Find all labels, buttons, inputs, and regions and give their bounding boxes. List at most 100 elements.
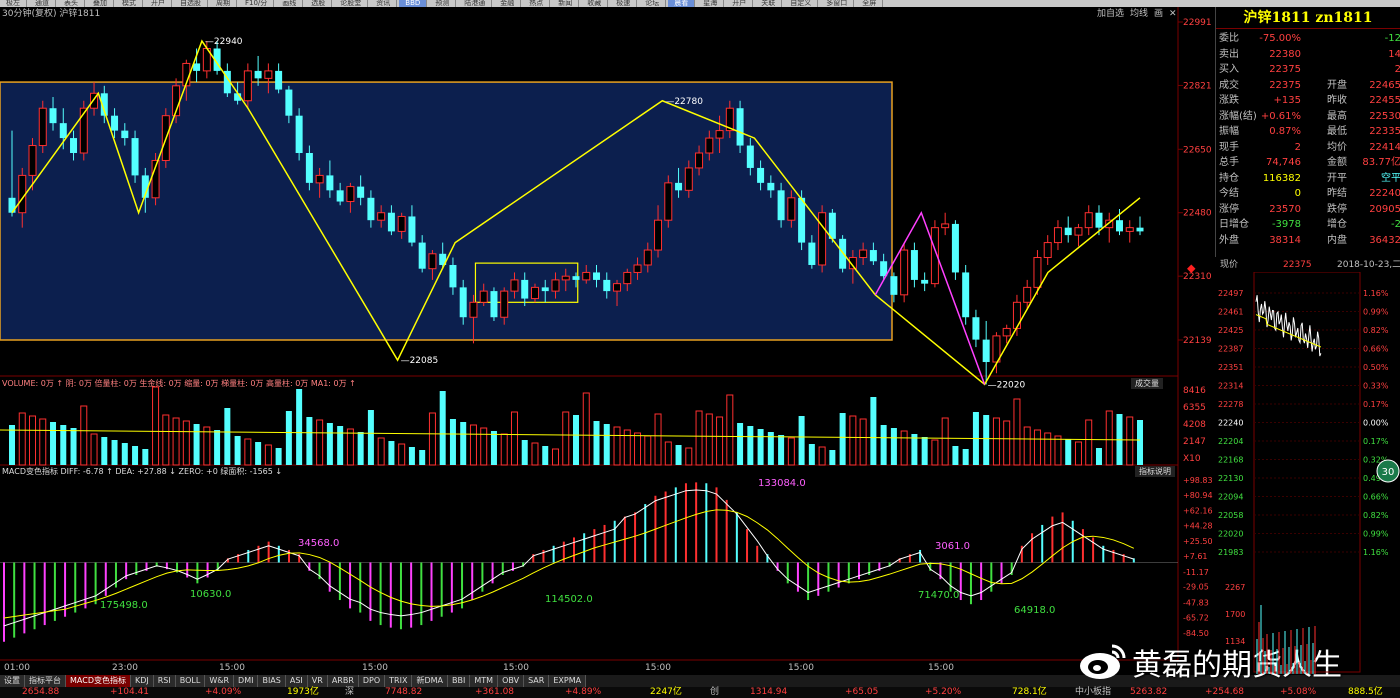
volume-bar-down bbox=[757, 429, 764, 465]
volume-bar-up bbox=[654, 413, 662, 466]
mini-vol-tick: 2267 bbox=[1225, 583, 1245, 592]
indicator-tab[interactable]: KDJ bbox=[130, 675, 154, 687]
candle-down bbox=[193, 63, 201, 71]
quote-row: 总手 74,746 金额 83.77亿 bbox=[1219, 155, 1400, 170]
indicator-tab[interactable]: 新DMA bbox=[412, 675, 449, 687]
volume-bar-up bbox=[582, 392, 590, 466]
price-tick-label: 22821 bbox=[1183, 81, 1212, 91]
volume-bar-up bbox=[1126, 416, 1134, 466]
toolbar-item[interactable]: 画 bbox=[1154, 9, 1163, 19]
quote-row: 涨跌 +135 昨收 22455 bbox=[1219, 93, 1400, 108]
indicator-tab[interactable]: DMI bbox=[234, 675, 259, 687]
candle-up bbox=[613, 283, 622, 292]
indicator-tab[interactable]: TRIX bbox=[385, 675, 413, 687]
volume-bar-down bbox=[921, 437, 928, 465]
quote-row: 涨停 23570 跌停 20905 bbox=[1219, 202, 1400, 217]
toolbar-item[interactable]: 加自选 bbox=[1097, 9, 1124, 19]
indicator-tab[interactable]: RSI bbox=[153, 675, 176, 687]
indicator-tab[interactable]: ASI bbox=[285, 675, 308, 687]
volume-bar-up bbox=[469, 424, 477, 466]
macd-tick-label: +80.94 bbox=[1183, 491, 1213, 500]
macd-area-label: 34568.0 bbox=[298, 538, 339, 549]
quote-label: 委比 bbox=[1219, 33, 1239, 44]
mini-right-tick: 0.50% bbox=[1363, 363, 1389, 372]
candle-down bbox=[572, 276, 580, 280]
ticker-item: 1314.94 bbox=[750, 687, 788, 697]
indicator-tab[interactable]: BBI bbox=[448, 675, 471, 687]
quote-label: 买入 bbox=[1219, 64, 1239, 75]
candle-up bbox=[582, 271, 591, 281]
main-chart-toolbar[interactable]: 加自选 均线画 ✕ bbox=[1097, 9, 1183, 20]
volume-bar-down bbox=[337, 426, 344, 465]
indicator-tab[interactable]: ARBR bbox=[327, 675, 359, 687]
indicator-tab[interactable]: EXPMA bbox=[549, 675, 587, 687]
candle-down bbox=[131, 138, 139, 176]
candle-down bbox=[910, 250, 918, 280]
volume-bar-up bbox=[172, 417, 180, 466]
quote-label: 涨幅(结) bbox=[1219, 110, 1257, 122]
quote-value-2: 22414 bbox=[1369, 141, 1400, 153]
time-tick-label: 15:00 bbox=[503, 663, 529, 673]
indicator-help-button[interactable]: 指标说明 bbox=[1135, 466, 1175, 477]
volume-bar-down bbox=[306, 417, 313, 465]
indicator-tab[interactable]: VR bbox=[307, 675, 328, 687]
indicator-tab[interactable]: MTM bbox=[470, 675, 499, 687]
range-box bbox=[0, 81, 893, 341]
mini-intraday-chart: 22497 1.16% 22461 0.99% 22425 0.82% 22387 0.66%… bbox=[1218, 272, 1400, 674]
indicator-tab[interactable]: 指标平台 bbox=[25, 675, 66, 687]
mini-right-tick: 0.17% bbox=[1363, 437, 1389, 446]
candle-down bbox=[798, 197, 806, 243]
candle-up bbox=[623, 271, 632, 285]
macd-area-label: 71470.0 bbox=[918, 590, 959, 601]
candle-down bbox=[736, 108, 744, 146]
volume-bar-down bbox=[1095, 448, 1102, 465]
price-tick-label: 22480 bbox=[1183, 209, 1212, 219]
candle-up bbox=[787, 197, 796, 221]
indicator-tab[interactable]: DPO bbox=[358, 675, 386, 687]
indicator-tab[interactable]: W&R bbox=[205, 675, 235, 687]
volume-bar-up bbox=[203, 426, 211, 466]
quote-value-2: 22240 bbox=[1369, 188, 1400, 199]
volume-bar-up bbox=[1074, 441, 1082, 466]
indicator-tab[interactable]: BIAS bbox=[258, 675, 286, 687]
indicator-tab[interactable]: OBV bbox=[498, 675, 525, 687]
candle-down bbox=[972, 317, 980, 340]
volume-bar-down bbox=[890, 428, 897, 465]
candle-up bbox=[510, 279, 519, 292]
volume-bar-up bbox=[316, 419, 324, 466]
volume-bar-up bbox=[182, 420, 190, 466]
candle-down bbox=[408, 216, 416, 243]
quote-label: 卖出 bbox=[1219, 48, 1239, 60]
quote-label: 总手 bbox=[1219, 157, 1239, 168]
quote-value-2: -2 bbox=[1391, 219, 1400, 230]
volume-header: VOLUME: 0万 ↑ 阴: 0万 倍量柱: 0万 生金线: 0万 缩量: 0… bbox=[2, 379, 356, 388]
quote-label: 涨停 bbox=[1219, 203, 1239, 215]
macd-area-label: 175498.0 bbox=[100, 600, 148, 611]
volume-bar-up bbox=[377, 437, 385, 466]
toolbar-item[interactable]: ✕ bbox=[1169, 9, 1177, 19]
candle-up bbox=[705, 137, 714, 154]
indicator-tab[interactable]: BOLL bbox=[175, 675, 206, 687]
candle-down bbox=[982, 339, 990, 363]
candle-down bbox=[962, 272, 970, 318]
candle-down bbox=[593, 272, 601, 280]
candle-down bbox=[777, 190, 785, 221]
candle-down bbox=[387, 212, 395, 232]
volume-bar-up bbox=[992, 417, 1000, 466]
indicator-tab[interactable]: MACD变色指标 bbox=[66, 675, 131, 687]
volume-bar-down bbox=[880, 425, 887, 465]
quote-value: -75.00% bbox=[1259, 33, 1301, 44]
mini-left-tick: 22314 bbox=[1218, 382, 1243, 391]
volume-bar-down bbox=[573, 415, 579, 465]
volume-bar-up bbox=[818, 446, 826, 466]
indicator-tab[interactable]: SAR bbox=[524, 675, 550, 687]
ticker-item: +65.05 bbox=[845, 687, 879, 697]
candle-up bbox=[695, 152, 704, 169]
candle-down bbox=[295, 115, 303, 154]
volume-type-button[interactable]: 成交量 bbox=[1131, 378, 1163, 389]
time-tick-label: 15:00 bbox=[645, 663, 671, 673]
indicator-tab[interactable]: 设置 bbox=[0, 675, 25, 687]
toolbar-item[interactable]: 均线 bbox=[1130, 9, 1148, 19]
mini-price-value: 22375 bbox=[1283, 260, 1312, 270]
volume-bar-down bbox=[870, 397, 877, 465]
